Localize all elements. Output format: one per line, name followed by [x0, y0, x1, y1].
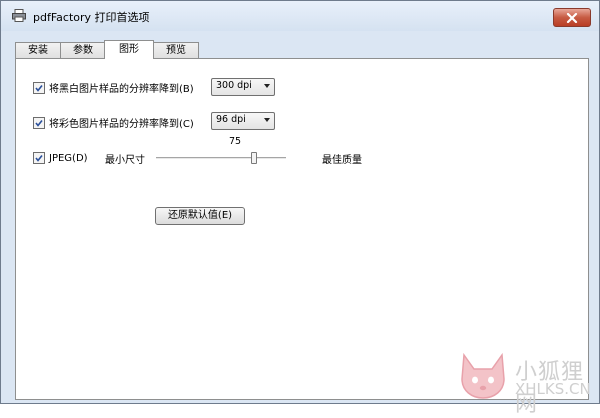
fox-logo — [461, 352, 505, 399]
title-bar: pdfFactory 打印首选项 — [1, 1, 599, 31]
jpeg-quality-thumb[interactable] — [250, 152, 257, 164]
jpeg-min-label: 最小尺寸 — [105, 155, 145, 166]
color-resolution-select[interactable]: 96 dpi — [211, 112, 275, 130]
close-button[interactable] — [553, 8, 591, 27]
chevron-down-icon — [264, 118, 270, 122]
bw-resolution-row: 将黑白图片样品的分辨率降到(B) — [33, 80, 194, 95]
restore-defaults-button[interactable]: 还原默认值(E) — [155, 207, 245, 225]
printer-icon — [12, 9, 26, 22]
checkmark-icon — [35, 119, 43, 127]
jpeg-quality-slider[interactable] — [156, 157, 286, 159]
window-title: pdfFactory 打印首选项 — [33, 11, 150, 24]
tab-parameters[interactable]: 参数 — [60, 42, 106, 58]
jpeg-checkbox[interactable] — [33, 152, 45, 164]
tab-graphics[interactable]: 图形 — [104, 40, 154, 59]
bw-resolution-select[interactable]: 300 dpi — [211, 78, 275, 96]
color-resolution-row: 将彩色图片样品的分辨率降到(C) — [33, 115, 194, 130]
preferences-window: pdfFactory 打印首选项 安装 参数 图形 预览 将黑白图片样品的分辨率… — [0, 0, 600, 417]
bw-resolution-label: 将黑白图片样品的分辨率降到(B) — [49, 84, 194, 95]
jpeg-label: JPEG(D) — [49, 152, 88, 164]
tab-preview[interactable]: 预览 — [153, 42, 199, 58]
jpeg-quality-value: 75 — [229, 136, 242, 147]
watermark-en: XHLKS.CN — [515, 380, 591, 398]
close-icon — [566, 12, 578, 23]
graphics-panel: 将黑白图片样品的分辨率降到(B) 300 dpi 将彩色图片样品的分辨率降到(C… — [15, 58, 591, 417]
color-resolution-checkbox[interactable] — [33, 116, 45, 129]
jpeg-row: JPEG(D) — [33, 152, 88, 164]
chevron-down-icon — [264, 84, 270, 88]
color-resolution-value: 96 dpi — [216, 114, 246, 125]
bw-resolution-value: 300 dpi — [216, 80, 252, 91]
checkmark-icon — [35, 155, 43, 162]
checkmark-icon — [35, 84, 43, 92]
color-resolution-label: 将彩色图片样品的分辨率降到(C) — [49, 119, 194, 130]
bw-resolution-checkbox[interactable] — [33, 81, 45, 94]
jpeg-max-label: 最佳质量 — [322, 155, 362, 166]
tab-install[interactable]: 安装 — [15, 42, 61, 58]
